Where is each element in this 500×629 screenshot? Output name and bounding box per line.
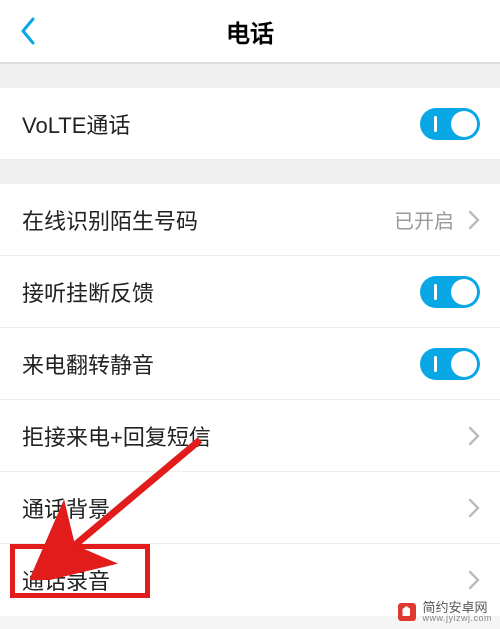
toggle-volte[interactable] xyxy=(420,108,480,140)
row-label: 接听挂断反馈 xyxy=(22,276,420,308)
toggle-flip-mute[interactable] xyxy=(420,348,480,380)
chevron-right-icon xyxy=(468,570,480,590)
back-button[interactable] xyxy=(12,15,44,47)
row-label: 拒接来电+回复短信 xyxy=(22,420,468,452)
row-label: 来电翻转静音 xyxy=(22,348,420,380)
section-gap xyxy=(0,64,500,88)
row-call-bg[interactable]: 通话背景 xyxy=(0,472,500,544)
page-title: 电话 xyxy=(0,14,500,49)
row-flip-mute[interactable]: 来电翻转静音 xyxy=(0,328,500,400)
chevron-right-icon xyxy=(468,426,480,446)
row-value: 已开启 xyxy=(394,205,454,234)
header: 电话 xyxy=(0,0,500,64)
toggle-answer-feedback[interactable] xyxy=(420,276,480,308)
watermark-icon xyxy=(398,603,416,621)
chevron-left-icon xyxy=(19,16,37,46)
section-gap xyxy=(0,160,500,184)
row-label: 通话录音 xyxy=(22,564,468,596)
row-label: 通话背景 xyxy=(22,492,468,524)
row-label: 在线识别陌生号码 xyxy=(22,204,394,236)
row-unknown-id[interactable]: 在线识别陌生号码 已开启 xyxy=(0,184,500,256)
chevron-right-icon xyxy=(468,210,480,230)
watermark-text: 简约安卓网 www.jyizwj.com xyxy=(422,601,492,623)
chevron-right-icon xyxy=(468,498,480,518)
watermark: 简约安卓网 www.jyizwj.com xyxy=(398,601,492,623)
row-answer-feedback[interactable]: 接听挂断反馈 xyxy=(0,256,500,328)
row-reject-sms[interactable]: 拒接来电+回复短信 xyxy=(0,400,500,472)
row-label: VoLTE通话 xyxy=(22,108,420,140)
row-volte[interactable]: VoLTE通话 xyxy=(0,88,500,160)
